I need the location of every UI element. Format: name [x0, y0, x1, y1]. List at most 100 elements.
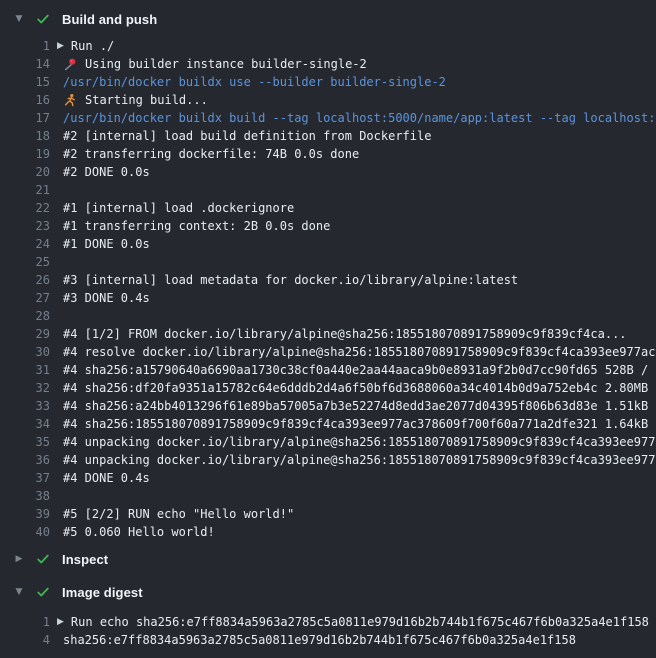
log-text: #2 transferring dockerfile: 74B 0.0s don… [63, 147, 359, 161]
log-line: 34 #4 sha256:185518070891758909c9f839cf4c… [0, 415, 656, 433]
chevron-right-icon: ▶ [57, 42, 64, 51]
log-line: 20 #2 DONE 0.0s [0, 163, 656, 181]
line-number[interactable]: 37 [0, 471, 50, 485]
line-number[interactable]: 35 [0, 435, 50, 449]
line-number[interactable]: 38 [0, 489, 50, 503]
log-text-content: #4 unpacking docker.io/library/alpine@sh… [63, 453, 656, 467]
log-text-content: #4 DONE 0.4s [63, 471, 150, 485]
log-text: Starting build... [63, 93, 208, 107]
line-number[interactable]: 36 [0, 453, 50, 467]
section-title: Image digest [62, 585, 143, 600]
runner-icon [63, 93, 77, 107]
log-line: 1▶Run ./ [0, 37, 656, 55]
chevron-down-icon: ▼ [14, 588, 24, 597]
line-number[interactable]: 17 [0, 111, 50, 125]
log-text: #4 unpacking docker.io/library/alpine@sh… [63, 453, 656, 467]
log-text-content: #2 transferring dockerfile: 74B 0.0s don… [63, 147, 359, 161]
section-header-image-digest[interactable]: ▼ Image digest [0, 581, 656, 603]
log-group-toggle[interactable]: ▶Run echo sha256:e7ff8834a5963a2785c5a08… [63, 615, 649, 629]
log-text-content: #3 [internal] load metadata for docker.i… [63, 273, 518, 287]
log-text-content: Using builder instance builder-single-2 [85, 57, 367, 71]
log-section-inspect: ▶ Inspect [0, 548, 656, 570]
log-section-build-and-push: ▼Build and push1▶Run ./14Using builder i… [0, 8, 656, 541]
section-header-build-and-push[interactable]: ▼Build and push [0, 8, 656, 30]
log-line: 22#1 [internal] load .dockerignore [0, 199, 656, 217]
line-number[interactable]: 34 [0, 417, 50, 431]
log-text: #4 sha256:df20fa9351a15782c64e6dddb2d4a6… [63, 381, 656, 395]
log-text: #2 [internal] load build definition from… [63, 129, 431, 143]
line-number[interactable]: 23 [0, 219, 50, 233]
line-number[interactable]: 39 [0, 507, 50, 521]
log-text-content: #4 sha256:a24bb4013296f61e89ba57005a7b3e… [63, 399, 656, 413]
line-number[interactable]: 30 [0, 345, 50, 359]
log-line: 18 #2 [internal] load build definition fr… [0, 127, 656, 145]
log-text-content: #5 0.060 Hello world! [63, 525, 215, 539]
log-text: #4 resolve docker.io/library/alpine@sha2… [63, 345, 656, 359]
log-text-content: #4 unpacking docker.io/library/alpine@sh… [63, 435, 656, 449]
log-group-toggle[interactable]: ▶Run ./ [63, 39, 114, 53]
log-line: 24 #1 DONE 0.0s [0, 235, 656, 253]
log-text: #3 DONE 0.4s [63, 291, 150, 305]
line-number[interactable]: 26 [0, 273, 50, 287]
check-icon [36, 12, 50, 26]
log-text: #4 sha256:a15790640a6690aa1730c38cf0a440… [63, 363, 656, 377]
section-title: Inspect [62, 552, 108, 567]
line-number[interactable]: 18 [0, 129, 50, 143]
log-text-content: #5 [2/2] RUN echo "Hello world!" [63, 507, 294, 521]
line-number[interactable]: 16 [0, 93, 50, 107]
log-line: 39 #5 [2/2] RUN echo "Hello world!" [0, 505, 656, 523]
log-line: 28 [0, 307, 656, 325]
line-number[interactable]: 31 [0, 363, 50, 377]
line-number[interactable]: 28 [0, 309, 50, 323]
line-number[interactable]: 4 [0, 633, 50, 647]
log-text-content: Run echo sha256:e7ff8834a5963a2785c5a081… [71, 615, 649, 629]
line-number[interactable]: 33 [0, 399, 50, 413]
log-line: 36 #4 unpacking docker.io/library/alpine@… [0, 451, 656, 469]
line-number[interactable]: 1 [0, 39, 50, 53]
log-text-content: /usr/bin/docker buildx build --tag local… [63, 111, 656, 125]
section-header-inspect[interactable]: ▶ Inspect [0, 548, 656, 570]
log-line: 4 sha256:e7ff8834a5963a2785c5a0811e979d16… [0, 631, 656, 649]
log-text: #1 transferring context: 2B 0.0s done [63, 219, 330, 233]
log-text: sha256:e7ff8834a5963a2785c5a0811e979d16b… [63, 633, 576, 647]
log-text: Using builder instance builder-single-2 [63, 57, 367, 71]
log-line: 40 #5 0.060 Hello world! [0, 523, 656, 541]
chevron-right-icon: ▶ [14, 555, 24, 564]
line-number[interactable]: 21 [0, 183, 50, 197]
actions-log: ▼Build and push1▶Run ./14Using builder i… [0, 0, 656, 658]
log-line: 37 #4 DONE 0.4s [0, 469, 656, 487]
line-number[interactable]: 22 [0, 201, 50, 215]
log-text: #3 [internal] load metadata for docker.i… [63, 273, 518, 287]
pushpin-icon [63, 57, 77, 71]
log-line: 19 #2 transferring dockerfile: 74B 0.0s d… [0, 145, 656, 163]
chevron-right-icon: ▶ [57, 618, 64, 627]
line-number[interactable]: 40 [0, 525, 50, 539]
log-text: #4 unpacking docker.io/library/alpine@sh… [63, 435, 656, 449]
log-text-content: #2 [internal] load build definition from… [63, 129, 431, 143]
line-number[interactable]: 20 [0, 165, 50, 179]
line-number[interactable]: 24 [0, 237, 50, 251]
line-number[interactable]: 27 [0, 291, 50, 305]
log-text-content: Run ./ [71, 39, 114, 53]
log-line: 23 #1 transferring context: 2B 0.0s done [0, 217, 656, 235]
log-line: 27 #3 DONE 0.4s [0, 289, 656, 307]
log-text: #4 [1/2] FROM docker.io/library/alpine@s… [63, 327, 627, 341]
log-text: #1 DONE 0.0s [63, 237, 150, 251]
log-line: 16 Starting build... [0, 91, 656, 109]
line-number[interactable]: 1 [0, 615, 50, 629]
log-line: 35 #4 unpacking docker.io/library/alpine@… [0, 433, 656, 451]
section-title: Build and push [62, 12, 157, 27]
log-text-content: #2 DONE 0.0s [63, 165, 150, 179]
log-line: 29 #4 [1/2] FROM docker.io/library/alpine… [0, 325, 656, 343]
line-number[interactable]: 29 [0, 327, 50, 341]
line-number[interactable]: 19 [0, 147, 50, 161]
line-number[interactable]: 32 [0, 381, 50, 395]
log-text: #2 DONE 0.0s [63, 165, 150, 179]
log-text: /usr/bin/docker buildx use --builder bui… [63, 75, 446, 89]
line-number[interactable]: 15 [0, 75, 50, 89]
line-number[interactable]: 14 [0, 57, 50, 71]
log-text-content: #4 sha256:185518070891758909c9f839cf4ca3… [63, 417, 656, 431]
log-line: 17/usr/bin/docker buildx build --tag loc… [0, 109, 656, 127]
log-text-content: #4 sha256:a15790640a6690aa1730c38cf0a440… [63, 363, 656, 377]
line-number[interactable]: 25 [0, 255, 50, 269]
